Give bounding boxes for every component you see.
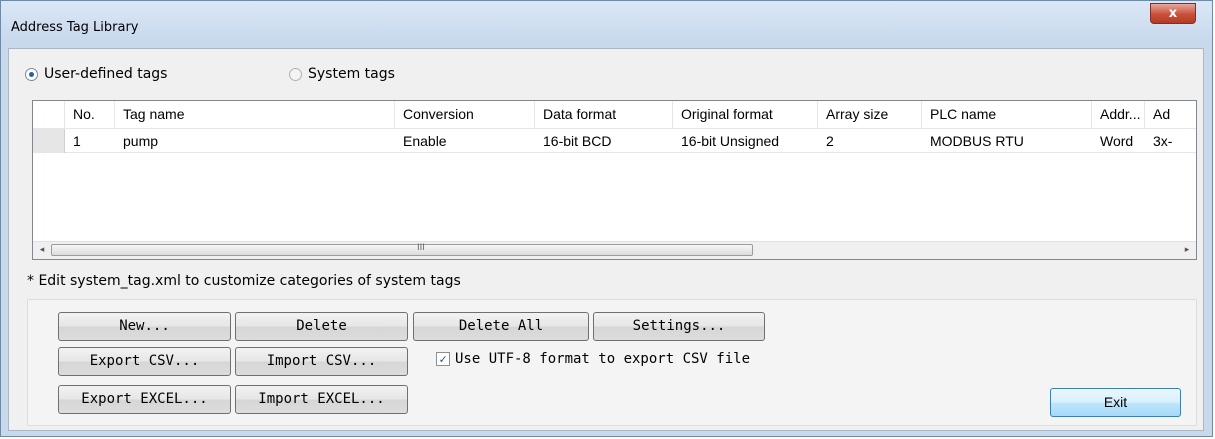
tag-table[interactable]: No. Tag name Conversion Data format Orig… xyxy=(32,100,1197,260)
scrollbar-thumb[interactable]: III xyxy=(51,243,753,256)
close-icon: x xyxy=(1168,6,1178,21)
header-conversion[interactable]: Conversion xyxy=(395,101,535,128)
row-header[interactable] xyxy=(33,129,65,153)
import-excel-button[interactable]: Import EXCEL... xyxy=(235,385,408,414)
import-csv-button[interactable]: Import CSV... xyxy=(235,347,408,376)
cell-original-format: 16-bit Unsigned xyxy=(681,133,780,149)
header-data-format[interactable]: Data format xyxy=(535,101,673,128)
scroll-left-arrow-icon[interactable]: ◂ xyxy=(35,243,49,258)
table-row[interactable]: 1 pump Enable 16-bit BCD 16-bit Unsigned… xyxy=(33,128,1196,153)
address-tag-library-window: Address Tag Library x User-defined tags … xyxy=(0,0,1213,437)
horizontal-scrollbar[interactable]: ◂ III ▸ xyxy=(33,241,1196,259)
system-tags-label: System tags xyxy=(308,66,395,82)
header-plc-name[interactable]: PLC name xyxy=(922,101,1092,128)
header-original-format[interactable]: Original format xyxy=(673,101,818,128)
new-button[interactable]: New... xyxy=(58,312,231,341)
exit-button[interactable]: Exit xyxy=(1050,388,1181,417)
header-no[interactable]: No. xyxy=(65,101,115,128)
action-panel: New... Delete Delete All Settings... Exp… xyxy=(27,299,1197,426)
cell-tag-name: pump xyxy=(123,133,159,149)
scroll-right-arrow-icon[interactable]: ▸ xyxy=(1180,243,1194,258)
table-header: No. Tag name Conversion Data format Orig… xyxy=(33,101,1196,128)
export-csv-button[interactable]: Export CSV... xyxy=(58,347,231,376)
cell-data-format: 16-bit BCD xyxy=(543,133,612,149)
cell-conversion: Enable xyxy=(403,133,447,149)
utf8-export-checkbox[interactable]: ✓ Use UTF-8 format to export CSV file xyxy=(436,351,750,367)
checkbox-checked-icon: ✓ xyxy=(436,352,450,366)
cell-array-size: 2 xyxy=(826,133,834,149)
cell-address: 3x- xyxy=(1153,133,1173,149)
window-title: Address Tag Library xyxy=(11,20,139,35)
delete-all-button[interactable]: Delete All xyxy=(413,312,589,341)
header-array-size[interactable]: Array size xyxy=(818,101,922,128)
export-excel-button[interactable]: Export EXCEL... xyxy=(58,385,231,414)
header-addr-type[interactable]: Addr... xyxy=(1092,101,1145,128)
header-address[interactable]: Ad xyxy=(1145,101,1196,128)
cell-no: 1 xyxy=(73,133,81,149)
utf8-export-label: Use UTF-8 format to export CSV file xyxy=(455,351,751,367)
user-defined-tags-radio[interactable]: User-defined tags xyxy=(25,66,167,82)
radio-unselected-icon xyxy=(289,67,302,81)
scrollbar-grip-icon: III xyxy=(417,243,425,253)
system-tags-radio[interactable]: System tags xyxy=(289,66,395,82)
cell-plc-name: MODBUS RTU xyxy=(930,133,1024,149)
close-button[interactable]: x xyxy=(1150,3,1196,24)
cell-addr-type: Word xyxy=(1100,133,1134,149)
title-bar[interactable]: Address Tag Library x xyxy=(1,1,1212,41)
user-defined-tags-label: User-defined tags xyxy=(44,66,168,82)
settings-button[interactable]: Settings... xyxy=(593,312,765,341)
header-rowhead xyxy=(33,101,65,128)
system-tag-note: * Edit system_tag.xml to customize categ… xyxy=(27,273,461,289)
dialog-body: User-defined tags System tags No. Tag na… xyxy=(8,48,1204,431)
delete-button[interactable]: Delete xyxy=(235,312,408,341)
header-tag-name[interactable]: Tag name xyxy=(115,101,395,128)
radio-selected-icon xyxy=(25,67,38,81)
